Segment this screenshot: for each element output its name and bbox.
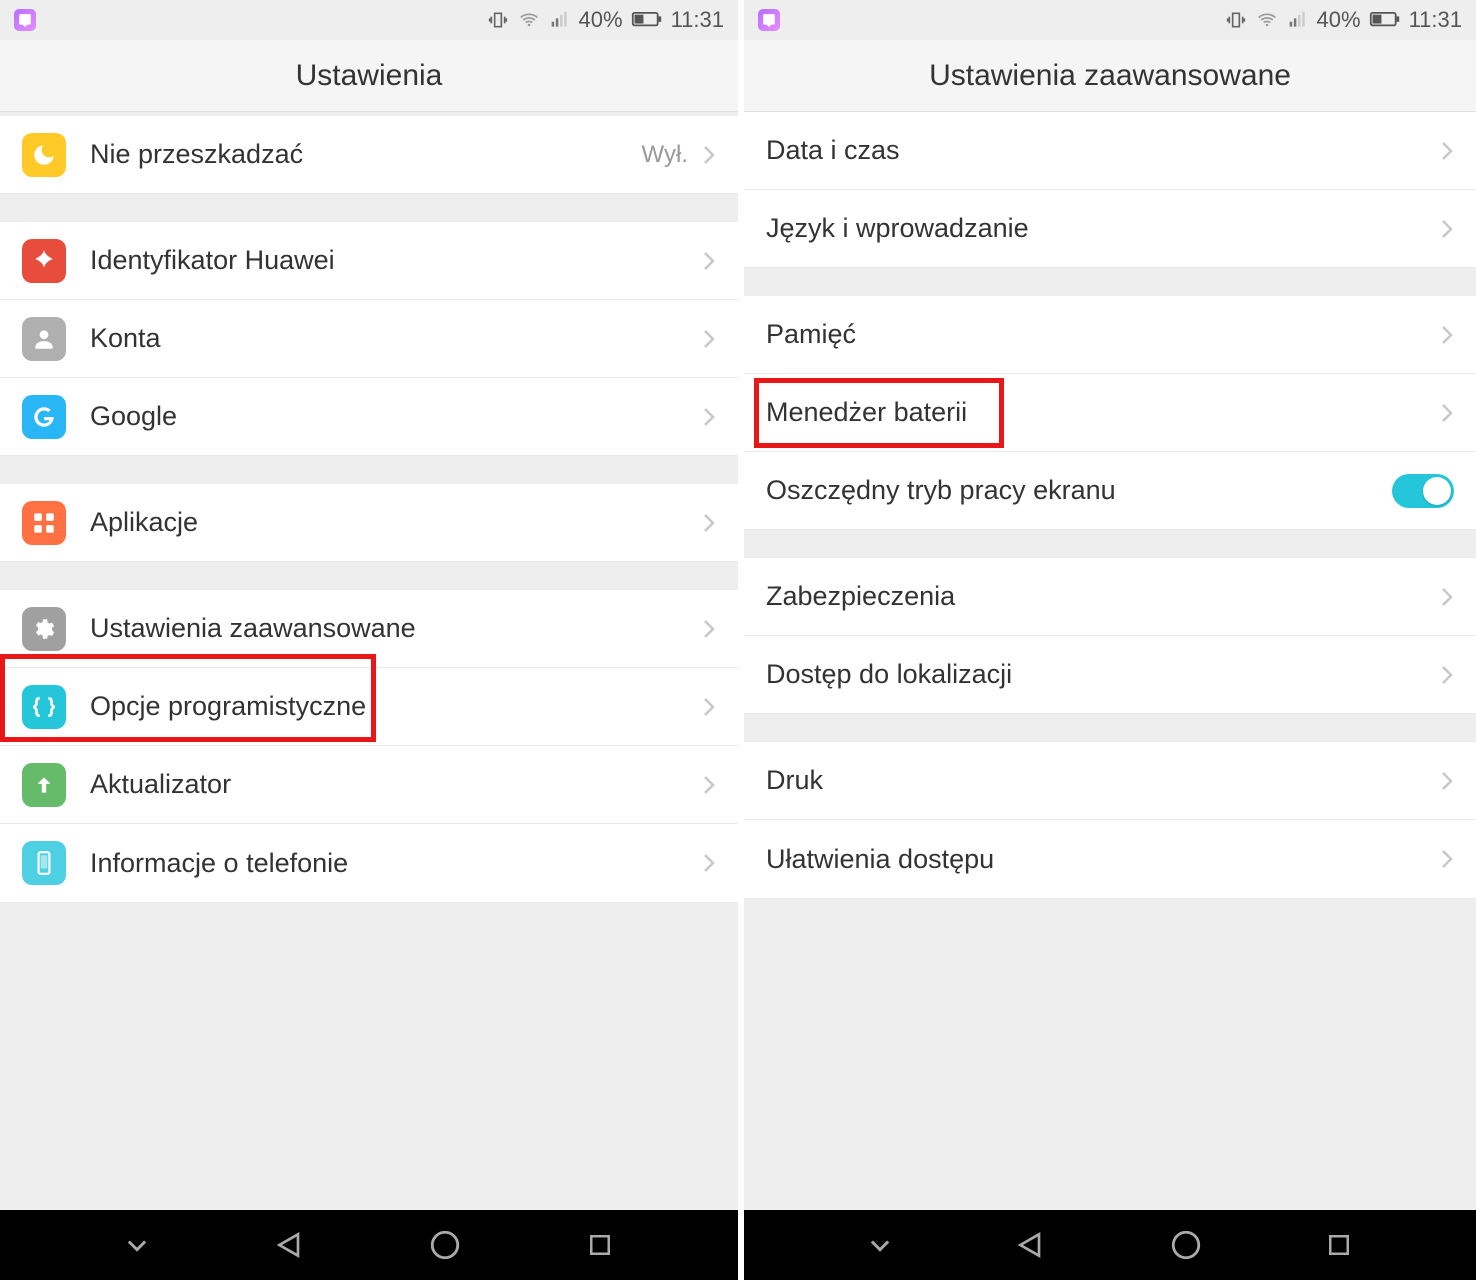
nav-home-icon[interactable] [428, 1228, 462, 1262]
status-bar: 40% 11:31 [0, 0, 738, 40]
row-updater[interactable]: Aktualizator [0, 746, 738, 824]
signal-icon [1287, 10, 1309, 30]
chevron-right-icon [1440, 401, 1454, 425]
chevron-right-icon [702, 511, 716, 535]
row-label: Data i czas [766, 135, 1440, 166]
row-about-phone[interactable]: Informacje o telefonie [0, 824, 738, 902]
row-location-access[interactable]: Dostęp do lokalizacji [744, 636, 1476, 714]
chevron-right-icon [1440, 847, 1454, 871]
row-label: Google [90, 401, 702, 432]
person-icon [22, 317, 66, 361]
chevron-right-icon [1440, 217, 1454, 241]
row-advanced-settings[interactable]: Ustawienia zaawansowane [0, 590, 738, 668]
row-label: Menedżer baterii [766, 397, 1440, 428]
signal-icon [549, 10, 571, 30]
row-label: Dostęp do lokalizacji [766, 659, 1440, 690]
nav-recent-icon[interactable] [1324, 1230, 1354, 1260]
row-memory[interactable]: Pamięć [744, 296, 1476, 374]
apps-icon [22, 501, 66, 545]
chevron-right-icon [1440, 769, 1454, 793]
nav-recent-icon[interactable] [585, 1230, 615, 1260]
vibrate-icon [1225, 10, 1247, 30]
chevron-right-icon [702, 327, 716, 351]
battery-percent: 40% [1317, 7, 1361, 33]
row-label: Język i wprowadzanie [766, 213, 1440, 244]
clock-text: 11:31 [671, 7, 724, 33]
viber-icon [758, 9, 780, 31]
row-language-input[interactable]: Język i wprowadzanie [744, 190, 1476, 268]
phone-right: 40% 11:31 Ustawienia zaawansowane Data i… [738, 0, 1476, 1280]
chevron-right-icon [702, 773, 716, 797]
row-label: Aktualizator [90, 769, 702, 800]
row-label: Ułatwienia dostępu [766, 844, 1440, 875]
chevron-right-icon [702, 249, 716, 273]
row-label: Oszczędny tryb pracy ekranu [766, 475, 1392, 506]
advanced-settings-list[interactable]: Data i czas Język i wprowadzanie Pamięć … [744, 112, 1476, 1210]
page-title: Ustawienia [0, 40, 738, 112]
row-huawei-id[interactable]: Identyfikator Huawei [0, 222, 738, 300]
settings-list[interactable]: Nie przeszkadzać Wył. Identyfikator Huaw… [0, 112, 738, 1210]
nav-caret-icon[interactable] [866, 1231, 894, 1259]
row-security[interactable]: Zabezpieczenia [744, 558, 1476, 636]
chevron-right-icon [702, 405, 716, 429]
nav-bar [0, 1210, 738, 1280]
row-label: Identyfikator Huawei [90, 245, 702, 276]
viber-icon [14, 9, 36, 31]
braces-icon [22, 685, 66, 729]
row-label: Druk [766, 765, 1440, 796]
chevron-right-icon [702, 695, 716, 719]
page-title: Ustawienia zaawansowane [744, 40, 1476, 112]
gear-icon [22, 607, 66, 651]
eco-screen-toggle[interactable] [1392, 474, 1454, 508]
chevron-right-icon [1440, 323, 1454, 347]
chevron-right-icon [1440, 585, 1454, 609]
battery-icon [631, 12, 663, 28]
row-developer-options[interactable]: Opcje programistyczne [0, 668, 738, 746]
row-battery-manager[interactable]: Menedżer baterii [744, 374, 1476, 452]
row-accounts[interactable]: Konta [0, 300, 738, 378]
row-print[interactable]: Druk [744, 742, 1476, 820]
battery-percent: 40% [579, 7, 623, 33]
row-label: Zabezpieczenia [766, 581, 1440, 612]
nav-back-icon[interactable] [274, 1229, 306, 1261]
row-label: Aplikacje [90, 507, 702, 538]
moon-icon [22, 133, 66, 177]
chevron-right-icon [702, 851, 716, 875]
wifi-icon [517, 10, 541, 30]
row-do-not-disturb[interactable]: Nie przeszkadzać Wył. [0, 116, 738, 194]
row-apps[interactable]: Aplikacje [0, 484, 738, 562]
battery-icon [1369, 12, 1401, 28]
chevron-right-icon [702, 143, 716, 167]
row-accessibility[interactable]: Ułatwienia dostępu [744, 820, 1476, 898]
arrow-up-icon [22, 763, 66, 807]
phone-left: 40% 11:31 Ustawienia Nie przeszkadzać Wy… [0, 0, 738, 1280]
nav-back-icon[interactable] [1015, 1229, 1047, 1261]
row-eco-screen[interactable]: Oszczędny tryb pracy ekranu [744, 452, 1476, 530]
chevron-right-icon [702, 617, 716, 641]
chevron-right-icon [1440, 139, 1454, 163]
phone-info-icon [22, 841, 66, 885]
row-label: Informacje o telefonie [90, 848, 702, 879]
row-date-time[interactable]: Data i czas [744, 112, 1476, 190]
status-bar: 40% 11:31 [744, 0, 1476, 40]
row-label: Nie przeszkadzać [90, 139, 642, 170]
nav-bar [744, 1210, 1476, 1280]
row-label: Opcje programistyczne [90, 691, 702, 722]
wifi-icon [1255, 10, 1279, 30]
row-label: Ustawienia zaawansowane [90, 613, 702, 644]
google-icon [22, 395, 66, 439]
huawei-icon [22, 239, 66, 283]
row-label: Konta [90, 323, 702, 354]
row-google[interactable]: Google [0, 378, 738, 456]
vibrate-icon [487, 10, 509, 30]
nav-home-icon[interactable] [1169, 1228, 1203, 1262]
row-label: Pamięć [766, 319, 1440, 350]
chevron-right-icon [1440, 663, 1454, 687]
clock-text: 11:31 [1409, 7, 1462, 33]
nav-caret-icon[interactable] [123, 1231, 151, 1259]
row-value: Wył. [642, 141, 688, 169]
